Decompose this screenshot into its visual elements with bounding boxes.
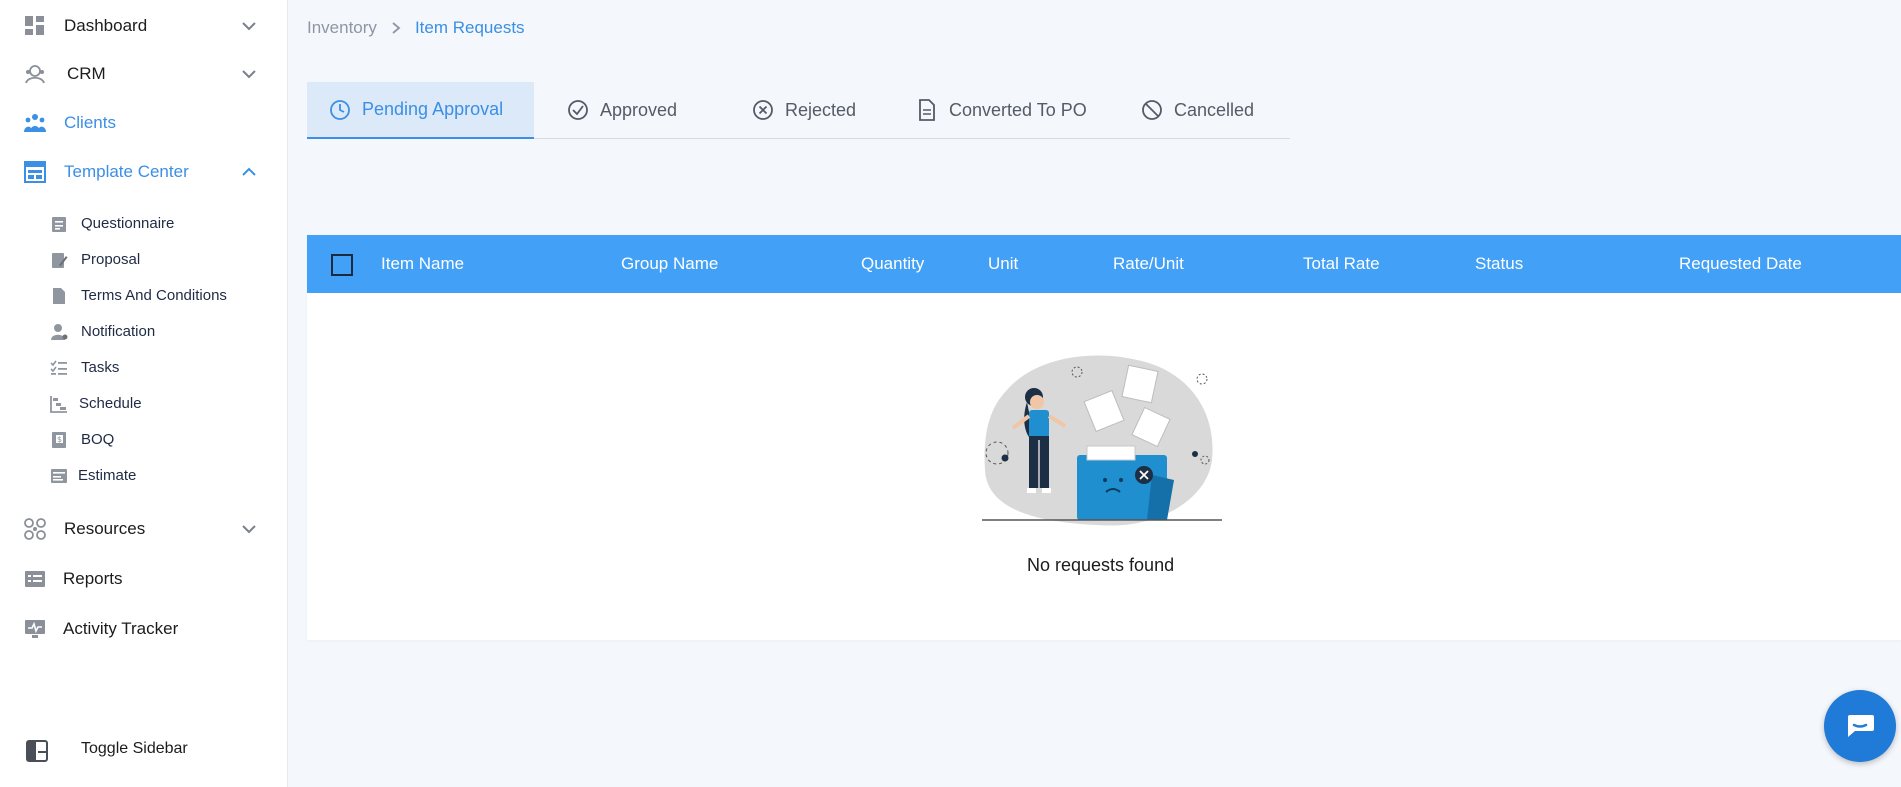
sidebar-item-label: Activity Tracker xyxy=(63,619,179,638)
sidebar-subitem-label: Questionnaire xyxy=(81,215,175,232)
sidebar-item-template-center[interactable]: Template Center xyxy=(0,158,288,186)
questionnaire-icon xyxy=(52,217,66,232)
check-circle-icon xyxy=(568,100,588,120)
empty-state-illustration xyxy=(982,355,1222,526)
breadcrumb: Inventory Item Requests xyxy=(307,18,525,38)
column-header-group-name[interactable]: Group Name xyxy=(621,254,718,274)
sidebar-subitem-notification[interactable]: Notification xyxy=(0,317,288,347)
tab-cancelled[interactable]: Cancelled xyxy=(1141,82,1254,138)
sidebar-subitem-label: Proposal xyxy=(81,251,141,268)
tab-label: Pending Approval xyxy=(362,99,504,119)
select-all-checkbox[interactable] xyxy=(331,254,353,276)
estimate-icon xyxy=(51,469,67,483)
table-header: Item Name Group Name Quantity Unit Rate/… xyxy=(307,235,1901,293)
chevron-down-icon[interactable] xyxy=(240,520,258,538)
file-icon xyxy=(919,99,935,121)
user-icon xyxy=(51,324,68,340)
boq-icon: $ xyxy=(52,432,66,448)
sidebar-subitem-tasks[interactable]: Tasks xyxy=(0,353,288,383)
empty-state-message: No requests found xyxy=(1027,555,1175,575)
resources-icon xyxy=(24,518,46,540)
sidebar-item-label: CRM xyxy=(67,64,106,83)
chevron-down-icon[interactable] xyxy=(240,65,258,83)
svg-text:$: $ xyxy=(57,435,62,444)
column-header-total-rate[interactable]: Total Rate xyxy=(1303,254,1380,274)
sidebar-subitem-terms[interactable]: Terms And Conditions xyxy=(0,281,288,311)
chevron-up-icon[interactable] xyxy=(240,163,258,181)
sidebar-item-dashboard[interactable]: Dashboard xyxy=(0,12,288,40)
tab-label: Approved xyxy=(600,99,678,120)
sidebar-subitem-label: Terms And Conditions xyxy=(81,287,227,304)
sidebar-item-label: Dashboard xyxy=(64,16,148,35)
sidebar-item-label: Resources xyxy=(64,519,146,538)
tab-approved[interactable]: Approved xyxy=(567,82,677,138)
clock-icon xyxy=(330,99,350,120)
schedule-icon xyxy=(50,396,67,413)
column-header-quantity[interactable]: Quantity xyxy=(861,254,924,274)
reports-icon xyxy=(24,568,46,590)
tab-label: Cancelled xyxy=(1174,99,1255,120)
tab-label: Rejected xyxy=(785,99,857,120)
sidebar-subitem-label: Estimate xyxy=(78,467,137,484)
tab-converted-to-po[interactable]: Converted To PO xyxy=(916,82,1087,138)
clients-icon xyxy=(24,112,46,134)
sidebar-item-label: Template Center xyxy=(64,162,189,181)
sidebar-subitem-estimate[interactable]: Estimate xyxy=(0,461,288,491)
sidebar-item-label: Clients xyxy=(64,113,116,132)
chat-icon xyxy=(1848,715,1874,737)
sidebar-subitem-schedule[interactable]: Schedule xyxy=(0,389,288,419)
sidebar-subitem-label: Schedule xyxy=(79,395,142,412)
sidebar-layout-icon xyxy=(26,740,48,762)
column-header-rate-unit[interactable]: Rate/Unit xyxy=(1113,254,1184,274)
crm-icon xyxy=(24,63,46,85)
tab-rejected[interactable]: Rejected xyxy=(752,82,856,138)
column-header-unit[interactable]: Unit xyxy=(988,254,1018,274)
chevron-right-icon xyxy=(392,22,401,34)
sidebar-subitem-label: Tasks xyxy=(81,359,120,376)
tab-label: Converted To PO xyxy=(949,99,1087,120)
sidebar-subitem-questionnaire[interactable]: Questionnaire xyxy=(0,209,288,239)
sidebar-item-clients[interactable]: Clients xyxy=(0,109,288,137)
ban-icon xyxy=(1142,100,1162,120)
sidebar-subitem-label: Notification xyxy=(81,323,156,340)
sidebar-item-resources[interactable]: Resources xyxy=(0,515,288,543)
sidebar: Dashboard CRM Clients Template Center Qu… xyxy=(0,0,288,787)
tab-pending-approval[interactable]: Pending Approval xyxy=(307,82,534,139)
activity-icon xyxy=(24,618,46,640)
document-icon xyxy=(53,288,65,304)
status-tabs: Pending Approval Approved Rejected Conve… xyxy=(307,82,1290,139)
column-header-requested-date[interactable]: Requested Date xyxy=(1679,254,1802,274)
chevron-down-icon[interactable] xyxy=(240,17,258,35)
dashboard-icon xyxy=(24,15,46,37)
requests-table: Item Name Group Name Quantity Unit Rate/… xyxy=(307,235,1901,640)
sidebar-subitem-proposal[interactable]: Proposal xyxy=(0,245,288,275)
proposal-icon xyxy=(52,253,68,268)
breadcrumb-current: Item Requests xyxy=(414,18,525,37)
breadcrumb-parent-link[interactable]: Inventory xyxy=(307,18,377,38)
tasks-icon xyxy=(50,360,67,375)
sidebar-item-activity-tracker[interactable]: Activity Tracker xyxy=(0,615,288,643)
x-circle-icon xyxy=(753,100,773,120)
template-icon xyxy=(24,161,46,183)
column-header-item-name[interactable]: Item Name xyxy=(381,254,464,274)
sidebar-item-label: Reports xyxy=(63,569,123,588)
chat-widget-button[interactable] xyxy=(1824,690,1896,762)
sidebar-subitem-label: BOQ xyxy=(81,431,115,448)
sidebar-subitem-boq[interactable]: $ BOQ xyxy=(0,425,288,455)
toggle-sidebar-label: Toggle Sidebar xyxy=(81,740,188,757)
column-header-status[interactable]: Status xyxy=(1475,254,1523,274)
sidebar-item-crm[interactable]: CRM xyxy=(0,60,288,88)
sidebar-item-reports[interactable]: Reports xyxy=(0,565,288,593)
toggle-sidebar-button[interactable]: Toggle Sidebar xyxy=(0,734,288,766)
